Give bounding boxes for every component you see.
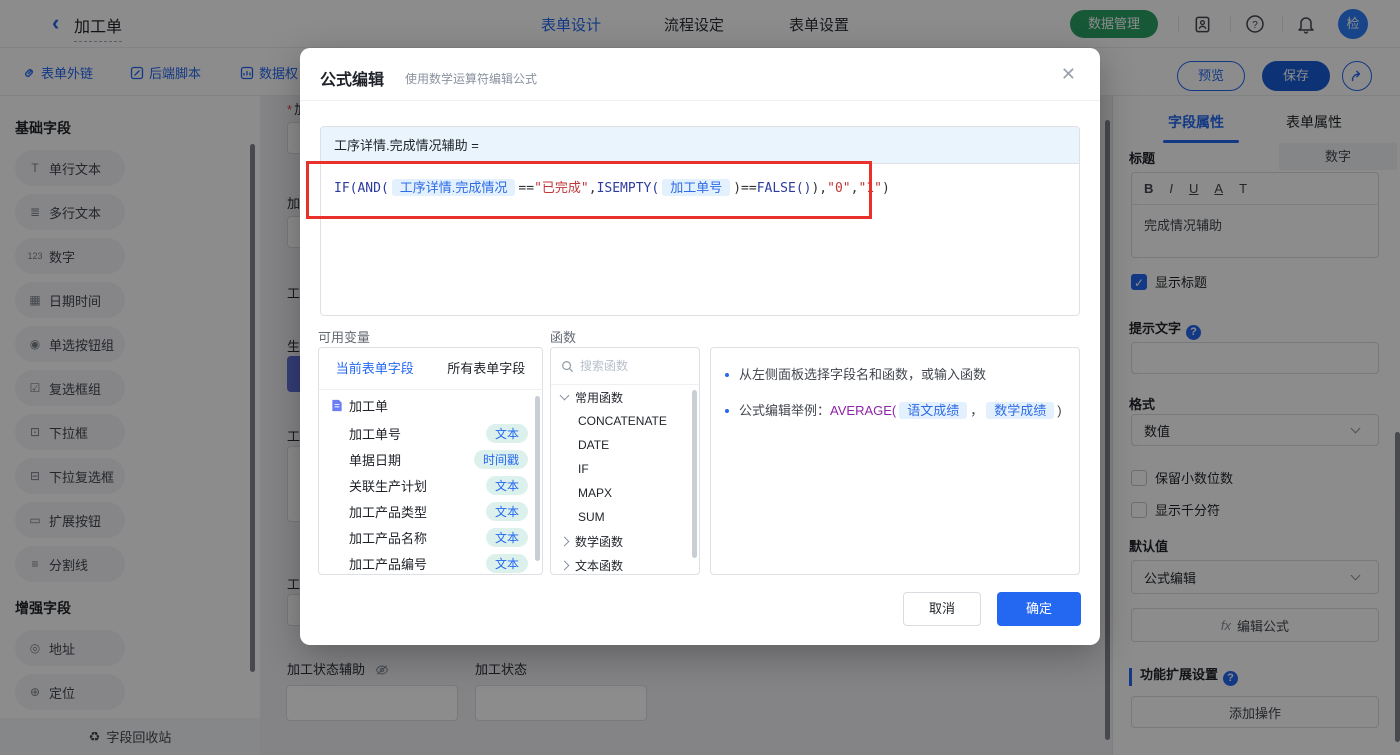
- variable-item[interactable]: 加工产品类型 文本: [319, 498, 542, 524]
- field-type-badge: 文本: [485, 475, 528, 495]
- formula-segment: IF(AND(: [334, 181, 389, 196]
- formula-field-token[interactable]: 加工单号: [662, 179, 731, 196]
- example-field-token: 语文成绩: [899, 402, 968, 419]
- formula-editor-modal: 公式编辑 使用数学运算符编辑公式 ✕ 工序详情.完成情况辅助 = IF(AND(…: [300, 48, 1100, 645]
- function-item[interactable]: SUM: [551, 505, 699, 529]
- formula-segment: )==: [733, 181, 757, 196]
- formula-field-token[interactable]: 工序详情.完成情况: [391, 179, 516, 196]
- variable-tree-root[interactable]: 加工单: [319, 390, 542, 420]
- close-icon[interactable]: ✕: [1061, 64, 1076, 85]
- chevron-down-icon: [559, 390, 570, 401]
- variables-panel: 当前表单字段 所有表单字段 加工单 加工单号 文本 单据日期 时间戳 关联生产计划文…: [318, 347, 543, 575]
- formula-segment: ,: [588, 181, 597, 196]
- function-group-math[interactable]: 数学函数: [551, 529, 699, 553]
- formula-target: 工序详情.完成情况辅助 =: [321, 127, 1079, 164]
- field-type-badge: 文本: [485, 501, 528, 521]
- help-panel: 从左侧面板选择字段名和函数，或输入函数 公式编辑举例：AVERAGE(语文成绩，…: [710, 347, 1080, 575]
- formula-input[interactable]: IF(AND(工序详情.完成情况 =="已完成",ISEMPTY(加工单号)==F…: [321, 164, 1079, 213]
- search-icon: [561, 360, 574, 373]
- formula-editor-box: 工序详情.完成情况辅助 = IF(AND(工序详情.完成情况 =="已完成",IS…: [320, 126, 1080, 316]
- field-type-badge: 时间戳: [473, 449, 528, 469]
- modal-title: 公式编辑: [320, 72, 385, 89]
- modal-subtitle: 使用数学运算符编辑公式: [405, 72, 538, 86]
- formula-segment: FALSE(): [756, 181, 812, 196]
- example-field-token: 数学成绩: [986, 402, 1055, 419]
- cancel-button[interactable]: 取消: [903, 592, 981, 626]
- formula-segment: ==: [518, 181, 535, 196]
- function-search-input[interactable]: [580, 359, 680, 373]
- variables-scrollbar[interactable]: [535, 396, 540, 561]
- example-function: AVERAGE(: [830, 403, 897, 418]
- variable-item[interactable]: 加工产品名称 文本: [319, 524, 542, 550]
- field-type-badge: 文本: [485, 527, 528, 547]
- variables-label: 可用变量: [318, 330, 371, 345]
- function-item[interactable]: DATE: [551, 433, 699, 457]
- function-item[interactable]: IF: [551, 457, 699, 481]
- function-item[interactable]: CONCATENATE: [551, 409, 699, 433]
- variable-item[interactable]: 单据日期 时间戳: [319, 446, 542, 472]
- function-item[interactable]: MAPX: [551, 481, 699, 505]
- function-group-common[interactable]: 常用函数: [551, 385, 699, 409]
- divider: [300, 100, 1100, 101]
- functions-panel: 常用函数 CONCATENATE DATE IF MAPX SUM 数学函数 文…: [550, 347, 700, 575]
- functions-scrollbar[interactable]: [692, 390, 697, 558]
- chevron-right-icon: [559, 536, 570, 546]
- functions-label: 函数: [550, 330, 577, 345]
- formula-segment: ),: [811, 181, 828, 196]
- formula-segment: ISEMPTY(: [596, 181, 660, 196]
- confirm-button[interactable]: 确定: [997, 592, 1081, 626]
- chevron-right-icon: [559, 560, 570, 570]
- formula-segment: ): [881, 181, 890, 196]
- variable-item[interactable]: 加工产品编号 文本: [319, 550, 542, 576]
- formula-segment: "1": [858, 181, 882, 196]
- help-tip: 从左侧面板选择字段名和函数，或输入函数: [725, 364, 1065, 386]
- form-doc-icon: [331, 399, 343, 412]
- help-example: 公式编辑举例：AVERAGE(语文成绩，数学成绩): [725, 400, 1065, 422]
- formula-segment: "已完成": [534, 181, 589, 196]
- tab-current-form-fields[interactable]: 当前表单字段: [319, 348, 431, 389]
- tab-all-form-fields[interactable]: 所有表单字段: [431, 348, 543, 389]
- formula-segment: "0": [827, 181, 851, 196]
- field-type-badge: 文本: [485, 423, 528, 443]
- variable-item[interactable]: 加工单号 文本: [319, 420, 542, 446]
- function-group-text[interactable]: 文本函数: [551, 553, 699, 577]
- variable-item[interactable]: 关联生产计划 文本: [319, 472, 542, 498]
- field-type-badge: 文本: [485, 553, 528, 573]
